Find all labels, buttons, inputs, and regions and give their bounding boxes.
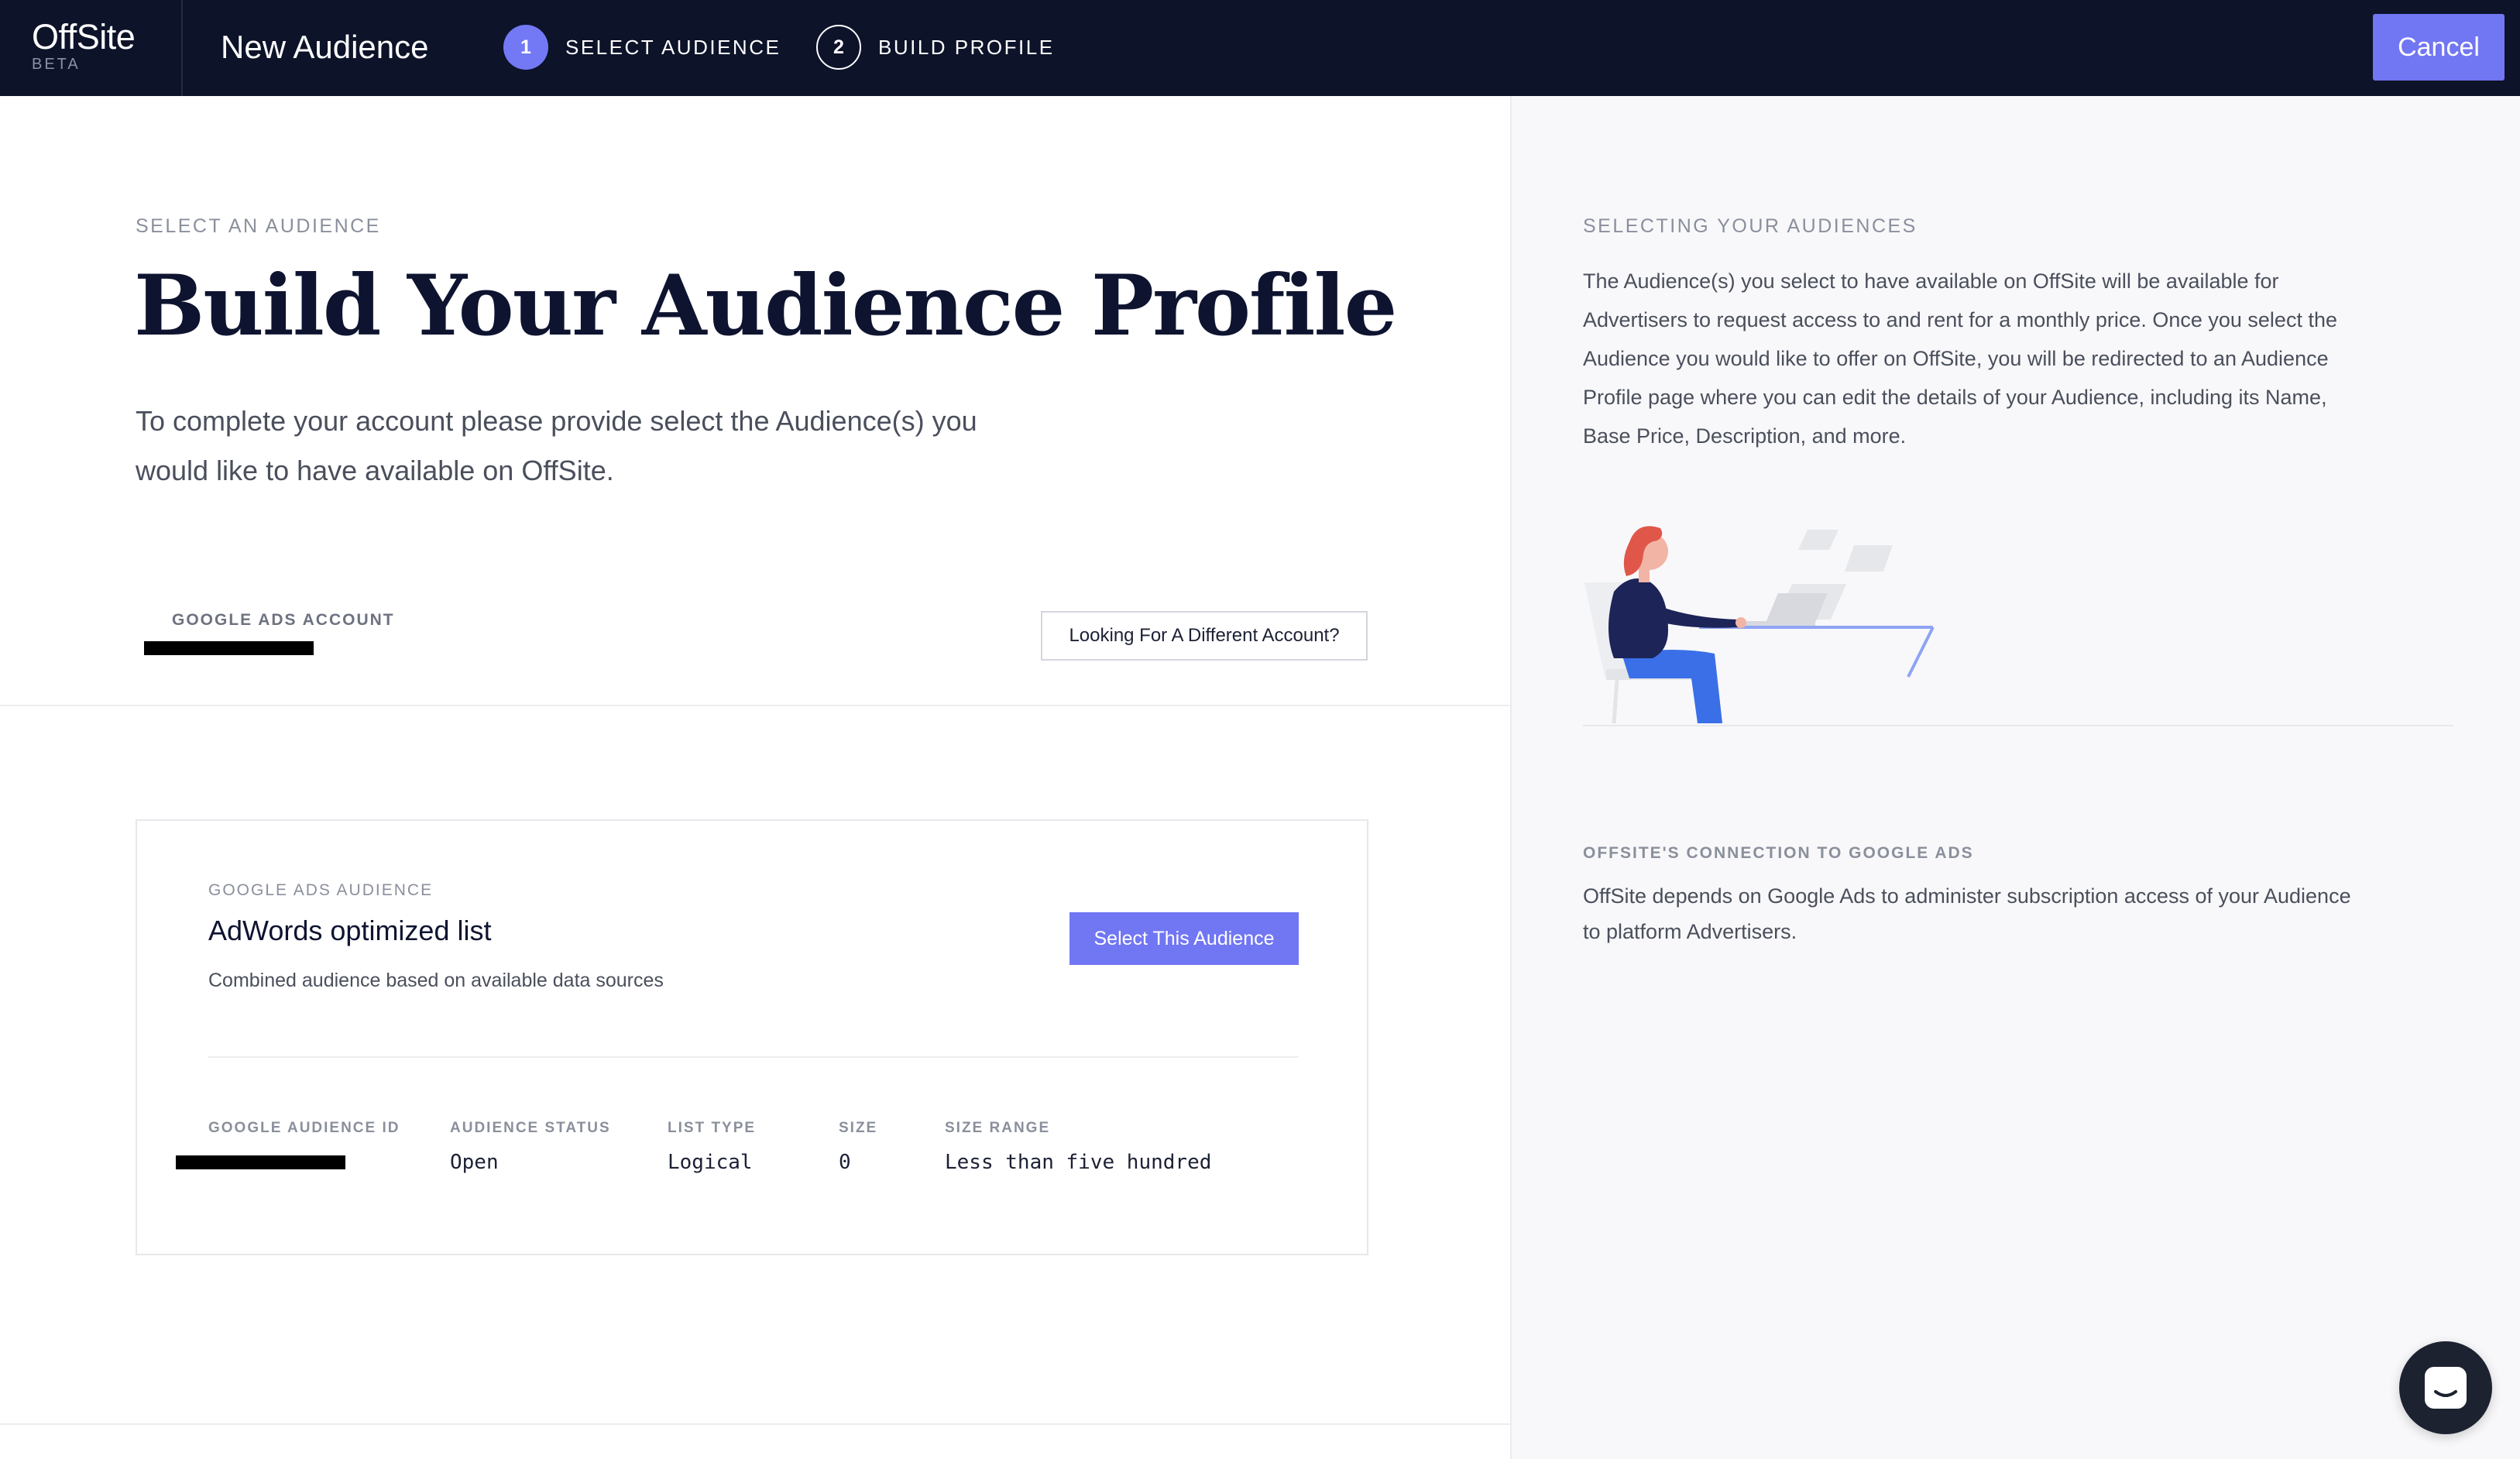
chat-bubble-icon — [2425, 1367, 2467, 1409]
meta-value-status: Open — [450, 1151, 499, 1174]
logo[interactable]: OffSite BETA — [32, 17, 136, 74]
meta-value-size: 0 — [839, 1151, 851, 1174]
info-panel: SELECTING YOUR AUDIENCES The Audience(s)… — [1510, 96, 2520, 1459]
info-section-title: OFFSITE'S CONNECTION TO GOOGLE ADS — [1583, 844, 1974, 862]
meta-value-list-type: Logical — [668, 1151, 753, 1174]
audience-name: AdWords optimized list — [208, 915, 492, 946]
info-section-text: OffSite depends on Google Ads to adminis… — [1583, 884, 2351, 943]
step-label: SELECT AUDIENCE — [565, 35, 781, 59]
different-account-button[interactable]: Looking For A Different Account? — [1041, 611, 1368, 661]
top-bar: OffSite BETA New Audience 1 SELECT AUDIE… — [0, 0, 2520, 96]
meta-label-size-range: SIZE RANGE — [945, 1120, 1051, 1136]
step-label: BUILD PROFILE — [878, 35, 1055, 59]
redacted-account-id — [144, 641, 314, 655]
cancel-button[interactable]: Cancel — [2373, 14, 2505, 81]
page-title: New Audience — [221, 29, 429, 65]
chat-launcher-button[interactable] — [2399, 1341, 2492, 1434]
desk-leg — [1907, 627, 1935, 678]
step-select-audience[interactable]: 1 SELECT AUDIENCE — [503, 23, 781, 71]
divider — [0, 705, 1510, 706]
redacted-audience-id — [176, 1155, 345, 1169]
woman-at-laptop-illustration — [1584, 526, 1935, 723]
audience-description: Combined audience based on available dat… — [208, 970, 664, 991]
chair-leg — [1612, 679, 1619, 723]
logo-name: OffSite — [32, 17, 136, 57]
audience-card: GOOGLE ADS AUDIENCE AdWords optimized li… — [136, 819, 1368, 1255]
meta-label-status: AUDIENCE STATUS — [450, 1120, 611, 1136]
meta-value-size-range: Less than five hundred — [945, 1151, 1212, 1174]
logo-beta-tag: BETA — [32, 56, 81, 73]
card-eyebrow: GOOGLE ADS AUDIENCE — [208, 881, 434, 899]
meta-label-audience-id: GOOGLE AUDIENCE ID — [208, 1120, 400, 1136]
info-section-text: The Audience(s) you select to have avail… — [1583, 269, 2337, 448]
info-divider — [1583, 725, 2453, 726]
laptop-base — [1738, 621, 1815, 626]
meta-label-list-type: LIST TYPE — [668, 1120, 757, 1136]
woman-hand — [1736, 617, 1746, 628]
main-title: Build Your Audience Profile — [134, 257, 1397, 355]
step-number: 2 — [816, 25, 861, 70]
floating-screen — [1845, 545, 1893, 572]
info-section-title: SELECTING YOUR AUDIENCES — [1583, 215, 1917, 237]
intro-text: To complete your account please provide … — [136, 405, 977, 486]
step-number: 1 — [503, 25, 548, 70]
topbar-divider — [181, 0, 183, 96]
divider — [0, 1423, 1510, 1425]
section-eyebrow: SELECT AN AUDIENCE — [136, 215, 381, 237]
card-divider — [208, 1056, 1299, 1058]
floating-screen — [1798, 530, 1839, 550]
woman-legs — [1622, 650, 1722, 723]
step-build-profile[interactable]: 2 BUILD PROFILE — [816, 23, 1055, 71]
google-ads-account-label: GOOGLE ADS ACCOUNT — [172, 611, 395, 629]
meta-label-size: SIZE — [839, 1120, 878, 1136]
select-audience-button[interactable]: Select This Audience — [1069, 912, 1299, 965]
